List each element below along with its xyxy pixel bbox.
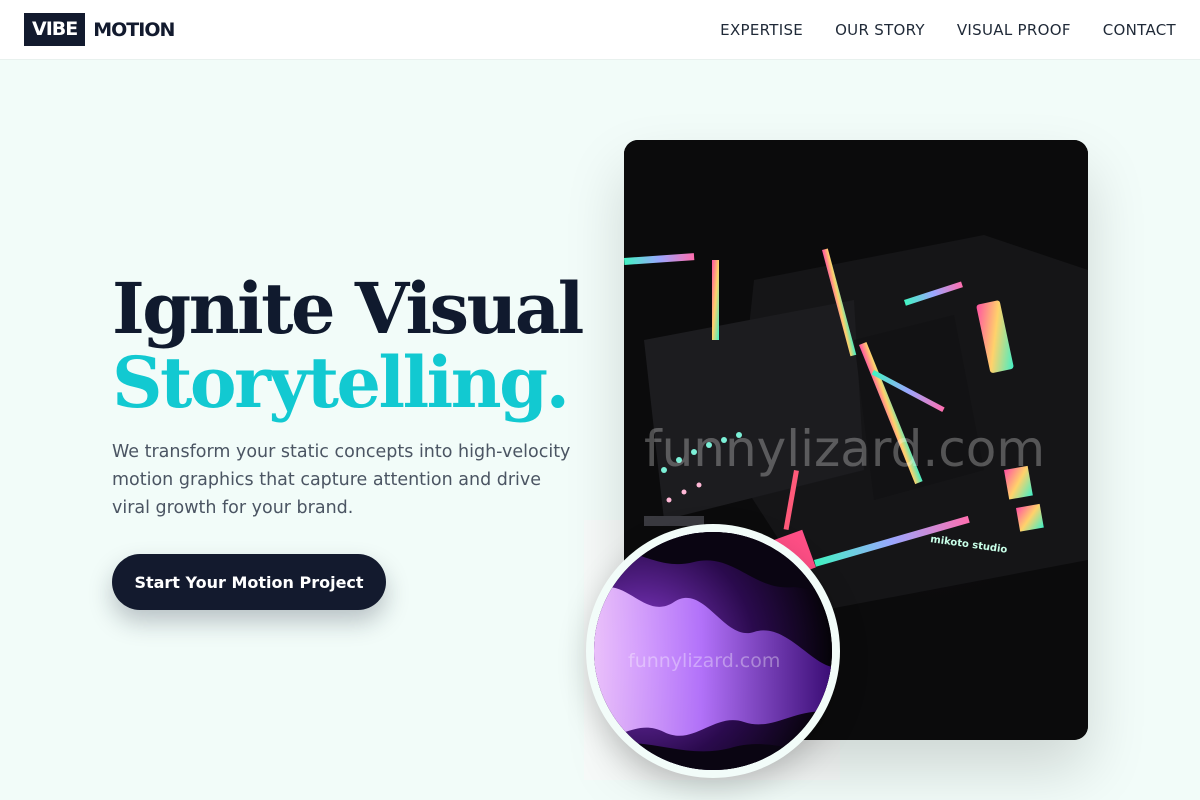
headline-line-1: Ignite Visual xyxy=(112,267,584,350)
site-header: VIBE MOTION EXPERTISE OUR STORY VISUAL P… xyxy=(0,0,1200,60)
main-nav: EXPERTISE OUR STORY VISUAL PROOF CONTACT xyxy=(720,21,1176,39)
nav-item-expertise[interactable]: EXPERTISE xyxy=(720,21,803,39)
hero-headline: Ignite Visual Storytelling. xyxy=(112,272,584,424)
circle-preview: funnylizard.com xyxy=(586,524,840,778)
purple-wave-image: funnylizard.com xyxy=(594,532,832,770)
headline-line-2: Storytelling. xyxy=(112,341,570,424)
logo-box: VIBE xyxy=(24,13,86,46)
brand-logo[interactable]: VIBE MOTION xyxy=(24,13,175,46)
nav-item-visual-proof[interactable]: VISUAL PROOF xyxy=(957,21,1071,39)
hero-description: We transform your static concepts into h… xyxy=(112,442,571,518)
nav-item-our-story[interactable]: OUR STORY xyxy=(835,21,925,39)
nav-item-contact[interactable]: CONTACT xyxy=(1103,21,1176,39)
circle-watermark: funnylizard.com xyxy=(628,650,781,672)
logo-text: MOTION xyxy=(93,18,175,41)
start-project-button[interactable]: Start Your Motion Project xyxy=(112,554,386,610)
card-watermark: funnylizard.com xyxy=(644,420,1046,478)
